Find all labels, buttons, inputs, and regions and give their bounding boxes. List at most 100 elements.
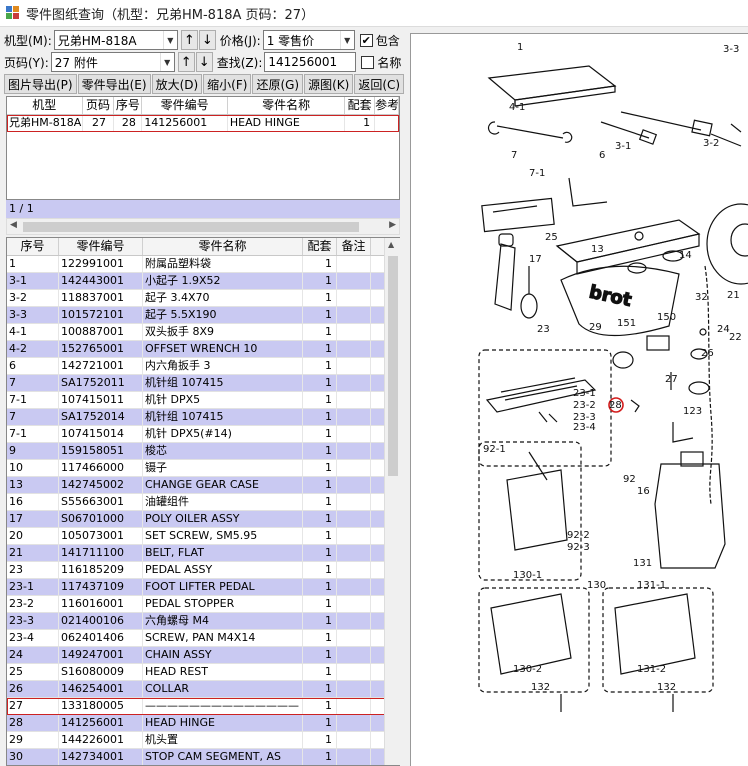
model-next-button[interactable]: ↓ (198, 30, 216, 50)
scroll-left-icon[interactable]: ◀ (10, 220, 17, 230)
callout-label[interactable]: 25 (545, 232, 558, 243)
table-row[interactable]: 9 159158051 梭芯 1 (7, 443, 399, 460)
column-header[interactable]: 序号 (7, 238, 59, 255)
table-row[interactable]: 17 S06701000 POLY OILER ASSY 1 (7, 511, 399, 528)
back-button[interactable]: 返回(C) (354, 74, 405, 94)
callout-label[interactable]: 7-1 (529, 168, 545, 179)
table-row[interactable]: 3-3 101572101 起子 5.5X190 1 (7, 307, 399, 324)
parts-drawing[interactable]: brot 1 3-3 4-1 3-1 3-2 7 7-1 6 13 14 25 … (410, 33, 748, 766)
table-row[interactable]: 6 142721001 内六角扳手 31 (7, 358, 399, 375)
callout-label[interactable]: 4-1 (509, 102, 525, 113)
table-row[interactable]: 23-2 116016001 PEDAL STOPPER 1 (7, 596, 399, 613)
callout-label[interactable]: 22 (729, 332, 742, 343)
callout-label[interactable]: 23-4 (573, 422, 596, 433)
restore-button[interactable]: 还原(G) (252, 74, 304, 94)
callout-label[interactable]: 3-2 (703, 138, 719, 149)
table-row[interactable]: 7 SA1752011 机针组 107415 1 (7, 375, 399, 392)
chevron-down-icon[interactable]: ▼ (339, 31, 354, 49)
source-image-button[interactable]: 源图(K) (304, 74, 354, 94)
callout-label[interactable]: 6 (599, 150, 605, 161)
callout-label[interactable]: 16 (637, 486, 650, 497)
search-input[interactable]: 141256001 (264, 52, 357, 72)
export-parts-button[interactable]: 零件导出(E) (77, 74, 151, 94)
column-header[interactable]: 备注 (337, 238, 371, 255)
page-next-button[interactable]: ↓ (195, 52, 213, 72)
table-row[interactable]: 26 146254001 COLLAR 1 (7, 681, 399, 698)
table-row[interactable]: 24 149247001 CHAIN ASSY 1 (7, 647, 399, 664)
table-row[interactable]: 23-3 021400106 六角螺母 M4 1 (7, 613, 399, 630)
column-header[interactable]: 序号 (114, 97, 143, 114)
callout-label[interactable]: 92-3 (567, 542, 590, 553)
column-header[interactable]: 零件编号 (142, 97, 228, 114)
callout-label[interactable]: 23 (537, 324, 550, 335)
callout-label[interactable]: 23-1 (573, 388, 596, 399)
table-row[interactable]: 25 S16080009 HEAD REST 1 (7, 664, 399, 681)
zoom-out-button[interactable]: 缩小(F) (203, 74, 252, 94)
callout-label[interactable]: 3-1 (615, 141, 631, 152)
callout-label[interactable]: 24 (717, 324, 730, 335)
callout-label[interactable]: 32 (695, 292, 708, 303)
column-header[interactable]: 配套 (303, 238, 337, 255)
scroll-right-icon[interactable]: ▶ (389, 220, 396, 230)
callout-label[interactable]: 17 (529, 254, 542, 265)
price-select[interactable]: 1 零售价 ▼ (262, 30, 355, 50)
table-row[interactable]: 兄弟HM-818A 27 28 141256001 HEAD HINGE 1 (7, 115, 399, 132)
chevron-down-icon[interactable]: ▼ (159, 53, 174, 71)
name-checkbox[interactable] (361, 55, 375, 69)
column-header[interactable]: 零件名称 (143, 238, 303, 255)
column-header[interactable]: 参考 (375, 97, 399, 114)
scrollbar-thumb[interactable] (388, 256, 398, 476)
callout-label[interactable]: 130 (587, 580, 606, 591)
callout-label[interactable]: 130-1 (513, 570, 542, 581)
callout-label[interactable]: 1 (517, 42, 523, 53)
table-row[interactable]: 30 142734001 STOP CAM SEGMENT, AS 1 (7, 749, 399, 765)
callout-label[interactable]: 28 (609, 400, 622, 411)
table-row[interactable]: 7-1 107415011 机针 DPX5 1 (7, 392, 399, 409)
table-row[interactable]: 10 117466000 镊子 1 (7, 460, 399, 477)
scroll-up-icon[interactable]: ▲ (388, 240, 394, 249)
callout-label[interactable]: 7 (511, 150, 517, 161)
callout-label[interactable]: 29 (589, 322, 602, 333)
scrollbar-thumb[interactable] (23, 222, 359, 232)
column-header[interactable]: 机型 (7, 97, 83, 114)
column-header[interactable]: 零件名称 (228, 97, 346, 114)
chevron-down-icon[interactable]: ▼ (162, 31, 177, 49)
callout-label[interactable]: 26 (701, 348, 714, 359)
table-row[interactable]: 20 105073001 SET SCREW, SM5.95 1 (7, 528, 399, 545)
callout-label[interactable]: 151 (617, 318, 636, 329)
callout-label[interactable]: 150 (657, 312, 676, 323)
table-row[interactable]: 7 SA1752014 机针组 107415 1 (7, 409, 399, 426)
horizontal-scrollbar[interactable]: ◀ ▶ (6, 218, 400, 235)
model-prev-button[interactable]: ↑ (180, 30, 198, 50)
callout-label[interactable]: 123 (683, 406, 702, 417)
table-row[interactable]: 21 141711100 BELT, FLAT 1 (7, 545, 399, 562)
callout-label[interactable]: 132 (657, 682, 676, 693)
callout-label[interactable]: 131-1 (637, 580, 666, 591)
table-row[interactable]: 1 122991001 附属品塑料袋 1 (7, 256, 399, 273)
include-checkbox[interactable]: ✔ (359, 33, 373, 47)
page-select[interactable]: 27 附件 ▼ (50, 52, 175, 72)
table-row[interactable]: 16 S55663001 油罐组件 1 (7, 494, 399, 511)
callout-label[interactable]: 27 (665, 374, 678, 385)
table-row[interactable]: 23-4 062401406 SCREW, PAN M4X14 1 (7, 630, 399, 647)
column-header[interactable]: 页码 (83, 97, 115, 114)
table-row[interactable]: 7-1 107415014 机针 DPX5(#14) 1 (7, 426, 399, 443)
callout-label[interactable]: 14 (679, 250, 692, 261)
callout-label[interactable]: 92-2 (567, 530, 590, 541)
table-row[interactable]: 28 141256001 HEAD HINGE 1 (7, 715, 399, 732)
callout-label[interactable]: 132 (531, 682, 550, 693)
callout-label[interactable]: 13 (591, 244, 604, 255)
table-row[interactable]: 4-1 100887001 双头扳手 8X9 1 (7, 324, 399, 341)
callout-label[interactable]: 23-2 (573, 400, 596, 411)
column-header[interactable]: 零件编号 (59, 238, 143, 255)
callout-label[interactable]: 131-2 (637, 664, 666, 675)
callout-label[interactable]: 131 (633, 558, 652, 569)
zoom-in-button[interactable]: 放大(D) (151, 74, 203, 94)
table-row[interactable]: 3-2 118837001 起子 3.4X70 1 (7, 290, 399, 307)
callout-label[interactable]: 92 (623, 474, 636, 485)
model-select[interactable]: 兄弟HM-818A ▼ (53, 30, 178, 50)
table-row[interactable]: 23-1 117437109 FOOT LIFTER PEDAL 1 (7, 579, 399, 596)
export-image-button[interactable]: 图片导出(P) (4, 74, 77, 94)
table-row[interactable]: 27 133180005 —————————————— 1 (7, 698, 399, 715)
vertical-scrollbar[interactable]: ▲ (384, 238, 400, 765)
